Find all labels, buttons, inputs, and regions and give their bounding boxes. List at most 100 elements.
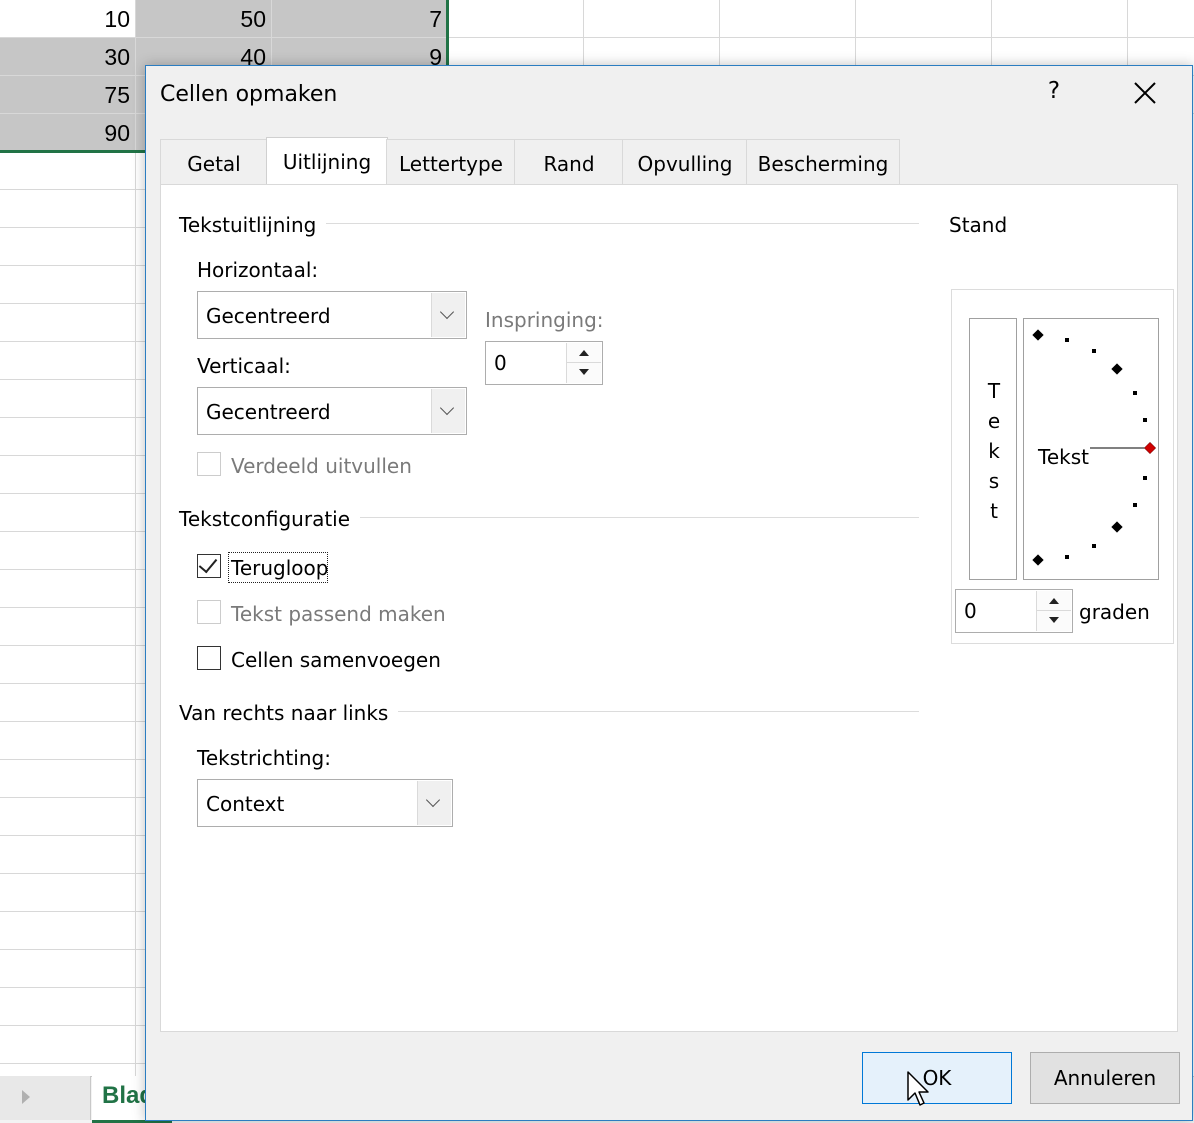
gridline (0, 417, 146, 418)
vertical-text-letter: T (987, 379, 1001, 403)
arrow-up-icon (579, 350, 589, 356)
dial-marker-minus90 (1032, 554, 1044, 566)
chevron-down-icon (439, 400, 455, 416)
dial-marker-90 (1032, 329, 1044, 341)
gridline (0, 759, 146, 760)
vertical-label: Verticaal: (197, 354, 291, 378)
dialog-title: Cellen opmaken (160, 82, 338, 107)
dial-text: Tekst (1038, 445, 1089, 469)
cell[interactable]: 50 (136, 6, 266, 33)
spin-up-button[interactable] (1037, 591, 1071, 611)
degrees-value: 0 (964, 599, 977, 623)
chevron-down-icon (439, 304, 455, 320)
format-cells-dialog: Cellen opmaken ? Getal Uitlijning Letter… (145, 65, 1193, 1121)
merge-cells-label: Cellen samenvoegen (231, 648, 441, 672)
scroll-right-icon (22, 1090, 30, 1104)
vertical-text-button[interactable]: T e k s t (969, 318, 1017, 580)
tab-lettertype[interactable]: Lettertype (386, 139, 516, 184)
gridline (0, 987, 146, 988)
vertical-text-letter: e (987, 409, 1001, 433)
vertical-select[interactable]: Gecentreerd (197, 387, 467, 435)
tab-rand[interactable]: Rand (514, 139, 624, 184)
dropdown-button[interactable] (431, 389, 465, 433)
dial-marker-45 (1111, 363, 1123, 375)
cell[interactable]: 30 (0, 44, 130, 71)
horizontal-label: Horizontaal: (197, 258, 319, 282)
indent-value: 0 (494, 351, 507, 375)
tab-opvulling[interactable]: Opvulling (622, 139, 748, 184)
arrow-down-icon (579, 369, 589, 375)
vertical-value: Gecentreerd (206, 400, 331, 424)
gridline (0, 1063, 146, 1064)
group-divider (379, 711, 919, 712)
tab-bescherming[interactable]: Bescherming (746, 139, 900, 184)
indent-spin-control (566, 343, 601, 383)
dropdown-button[interactable] (417, 781, 451, 825)
orientation-dial[interactable]: Tekst (1023, 318, 1159, 580)
dial-tick (1133, 503, 1137, 507)
dial-tick (1092, 349, 1096, 353)
spin-down-button[interactable] (567, 363, 601, 383)
gridline (0, 37, 1194, 38)
gridline (583, 0, 584, 66)
vertical-text-letter: t (990, 499, 998, 523)
dial-tick (1143, 476, 1147, 480)
dial-tick (1065, 555, 1069, 559)
dial-marker-minus45 (1111, 521, 1123, 533)
dial-tick (1065, 338, 1069, 342)
arrow-down-icon (1049, 617, 1059, 623)
gridline (0, 265, 146, 266)
dial-marker-0-selected (1143, 441, 1157, 455)
wrap-text-checkbox[interactable] (197, 553, 221, 578)
text-direction-value: Context (206, 792, 285, 816)
gridline (0, 1025, 146, 1026)
gridline (0, 455, 146, 456)
degrees-stepper[interactable]: 0 (955, 589, 1073, 633)
checkmark-icon (198, 553, 218, 574)
tab-uitlijning[interactable]: Uitlijning (266, 137, 388, 186)
cancel-button[interactable]: Annuleren (1030, 1052, 1180, 1104)
vertical-text-letter: s (988, 469, 1000, 493)
spin-up-button[interactable] (567, 343, 601, 363)
shrink-to-fit-label: Tekst passend maken (231, 602, 446, 626)
ok-button[interactable]: OK (862, 1052, 1012, 1104)
dial-tick (1092, 544, 1096, 548)
cell[interactable]: 10 (0, 6, 130, 33)
chevron-down-icon (425, 792, 441, 808)
cell[interactable]: 7 (272, 6, 442, 33)
horizontal-select[interactable]: Gecentreerd (197, 291, 467, 339)
mouse-cursor-icon (907, 1071, 929, 1106)
text-direction-label: Tekstrichting: (197, 746, 331, 770)
help-button[interactable]: ? (1042, 78, 1066, 104)
close-button[interactable] (1130, 78, 1160, 108)
justify-distributed-checkbox[interactable] (197, 452, 221, 476)
gridline (1127, 0, 1128, 66)
justify-distributed-label: Verdeeld uitvullen (231, 454, 412, 478)
cell[interactable]: 90 (0, 120, 130, 147)
text-alignment-group-title: Tekstuitlijning (179, 213, 327, 237)
arrow-up-icon (1049, 598, 1059, 604)
close-icon (1134, 82, 1156, 104)
gridline (0, 189, 146, 190)
indent-stepper[interactable]: 0 (485, 341, 603, 385)
tab-getal[interactable]: Getal (160, 139, 268, 184)
gridline (0, 949, 146, 950)
gridline (135, 0, 136, 1076)
gridline (0, 569, 146, 570)
gridline (719, 0, 720, 66)
sheet-scroll-button[interactable] (0, 1076, 91, 1120)
shrink-to-fit-checkbox[interactable] (197, 600, 221, 624)
cell[interactable]: 75 (0, 82, 130, 109)
merge-cells-checkbox[interactable] (197, 646, 221, 670)
gridline (0, 531, 146, 532)
spin-down-button[interactable] (1037, 611, 1071, 631)
group-divider (309, 223, 919, 224)
indent-label: Inspringing: (485, 308, 604, 332)
vertical-text-letter: k (988, 439, 1000, 463)
dropdown-button[interactable] (431, 293, 465, 337)
text-direction-select[interactable]: Context (197, 779, 453, 827)
gridline (0, 873, 146, 874)
horizontal-value: Gecentreerd (206, 304, 331, 328)
dial-tick (1133, 391, 1137, 395)
gridline (0, 797, 146, 798)
